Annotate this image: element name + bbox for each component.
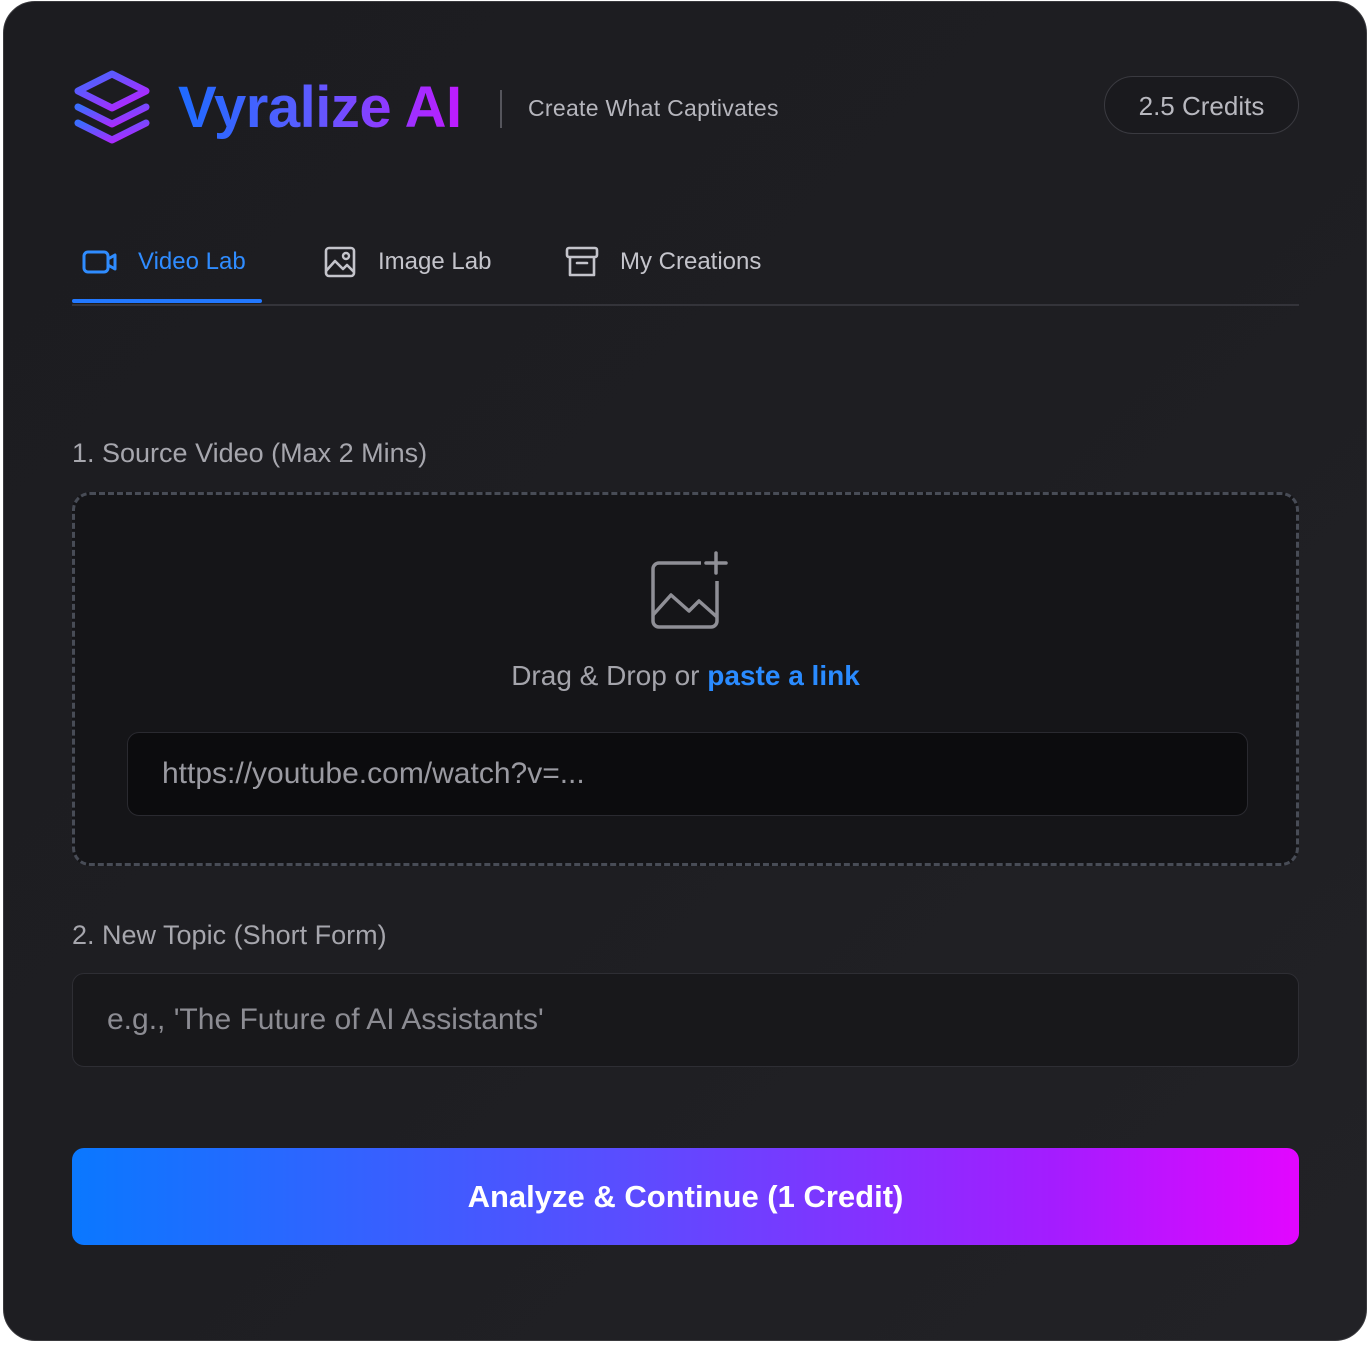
header: Vyralize AI Create What Captivates 2.5 C… xyxy=(72,66,1299,150)
new-topic-label: 2. New Topic (Short Form) xyxy=(72,920,387,950)
video-url-input[interactable]: https://youtube.com/watch?v=... xyxy=(127,732,1248,816)
drop-text: Drag & Drop or xyxy=(511,660,708,691)
archive-box-icon xyxy=(564,244,600,280)
tab-label: Image Lab xyxy=(378,248,492,275)
brand-name: Vyralize AI xyxy=(178,72,462,144)
header-divider xyxy=(500,90,502,128)
tab-label: My Creations xyxy=(620,248,762,275)
video-camera-icon xyxy=(82,244,118,280)
credits-badge[interactable]: 2.5 Credits xyxy=(1104,76,1299,134)
video-dropzone[interactable]: Drag & Drop or paste a link https://yout… xyxy=(72,492,1299,866)
layers-stack-icon xyxy=(74,70,150,144)
image-add-icon xyxy=(651,551,731,629)
tagline: Create What Captivates xyxy=(528,95,779,121)
active-tab-indicator xyxy=(72,299,262,303)
analyze-continue-button[interactable]: Analyze & Continue (1 Credit) xyxy=(72,1148,1299,1245)
paste-link[interactable]: paste a link xyxy=(707,660,860,691)
topic-input[interactable]: e.g., 'The Future of AI Assistants' xyxy=(72,973,1299,1067)
source-video-label: 1. Source Video (Max 2 Mins) xyxy=(72,438,428,468)
tab-bar: Video Lab Image Lab My Creations xyxy=(72,222,1299,306)
app-window: Vyralize AI Create What Captivates 2.5 C… xyxy=(3,1,1367,1341)
tab-label: Video Lab xyxy=(138,248,246,275)
tab-image-lab[interactable]: Image Lab xyxy=(322,222,491,302)
tab-my-creations[interactable]: My Creations xyxy=(564,222,761,302)
dropzone-instructions: Drag & Drop or paste a link xyxy=(75,660,1296,692)
tab-video-lab[interactable]: Video Lab xyxy=(82,222,246,302)
image-icon xyxy=(322,244,358,280)
